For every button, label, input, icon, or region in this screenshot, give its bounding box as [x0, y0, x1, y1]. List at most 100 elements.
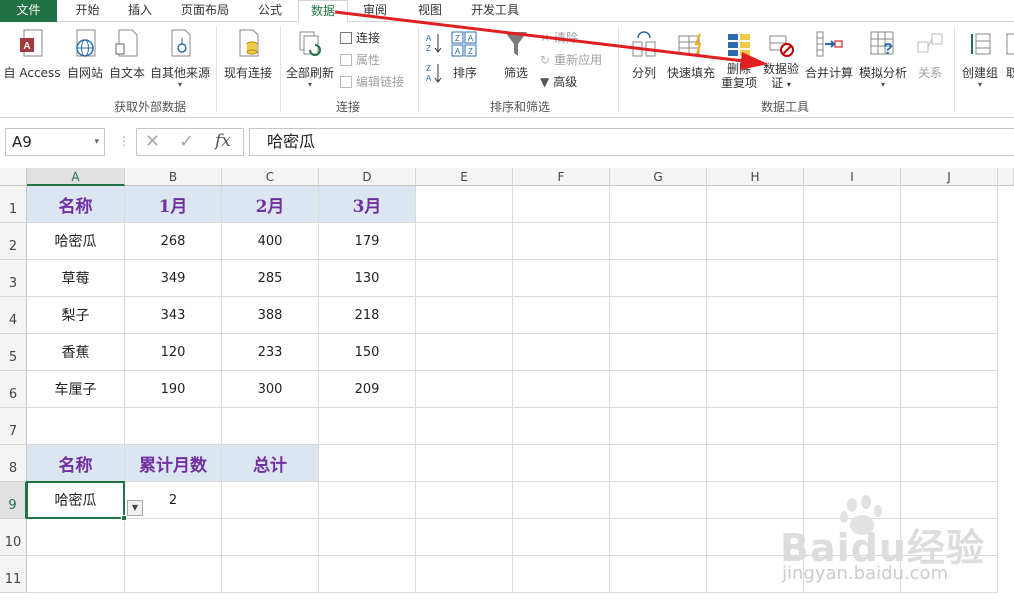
column-header-f[interactable]: F — [513, 168, 610, 186]
cell-c8[interactable]: 总计 — [222, 445, 319, 482]
cell-f7[interactable] — [513, 408, 610, 445]
cell-g1[interactable] — [610, 186, 707, 223]
cell-d9[interactable] — [319, 482, 416, 519]
cell-e6[interactable] — [416, 371, 513, 408]
row-header-9[interactable]: 9 — [0, 482, 27, 519]
dropdown-list-button[interactable]: ▼ — [127, 500, 143, 516]
cell-e3[interactable] — [416, 260, 513, 297]
cell-d7[interactable] — [319, 408, 416, 445]
cancel-icon[interactable]: ✕ — [145, 131, 160, 152]
cell-a3[interactable]: 草莓 — [27, 260, 125, 297]
cell-j5[interactable] — [901, 334, 998, 371]
chevron-down-icon[interactable]: ▾ — [94, 129, 99, 155]
cell-c6[interactable]: 300 — [222, 371, 319, 408]
cell-g3[interactable] — [610, 260, 707, 297]
cell-c5[interactable]: 233 — [222, 334, 319, 371]
confirm-icon[interactable]: ✓ — [179, 131, 194, 152]
cell-e4[interactable] — [416, 297, 513, 334]
cell-d10[interactable] — [319, 519, 416, 556]
cell-h10[interactable] — [707, 519, 804, 556]
cell-c2[interactable]: 400 — [222, 223, 319, 260]
column-header-b[interactable]: B — [125, 168, 222, 186]
cell-f9[interactable] — [513, 482, 610, 519]
cell-i4[interactable] — [804, 297, 901, 334]
cell-g9[interactable] — [610, 482, 707, 519]
cell-g7[interactable] — [610, 408, 707, 445]
cell-e7[interactable] — [416, 408, 513, 445]
cell-c11[interactable] — [222, 556, 319, 593]
cell-e1[interactable] — [416, 186, 513, 223]
cell-i3[interactable] — [804, 260, 901, 297]
cell-c4[interactable]: 388 — [222, 297, 319, 334]
column-header-j[interactable]: J — [901, 168, 998, 186]
cell-g8[interactable] — [610, 445, 707, 482]
cell-i8[interactable] — [804, 445, 901, 482]
cell-f5[interactable] — [513, 334, 610, 371]
cell-f6[interactable] — [513, 371, 610, 408]
row-header-2[interactable]: 2 — [0, 223, 27, 260]
column-header-c[interactable]: C — [222, 168, 319, 186]
cell-h1[interactable] — [707, 186, 804, 223]
cell-i9[interactable] — [804, 482, 901, 519]
cell-f2[interactable] — [513, 223, 610, 260]
cell-h11[interactable] — [707, 556, 804, 593]
cell-c10[interactable] — [222, 519, 319, 556]
cell-e5[interactable] — [416, 334, 513, 371]
cell-d8[interactable] — [319, 445, 416, 482]
cell-a7[interactable] — [27, 408, 125, 445]
column-header-k[interactable] — [998, 168, 1014, 186]
cell-a8[interactable]: 名称 — [27, 445, 125, 482]
row-header-10[interactable]: 10 — [0, 519, 27, 556]
cell-b10[interactable] — [125, 519, 222, 556]
cell-j7[interactable] — [901, 408, 998, 445]
cell-d11[interactable] — [319, 556, 416, 593]
cell-b4[interactable]: 343 — [125, 297, 222, 334]
cell-e2[interactable] — [416, 223, 513, 260]
cell-g11[interactable] — [610, 556, 707, 593]
cell-f4[interactable] — [513, 297, 610, 334]
cell-c7[interactable] — [222, 408, 319, 445]
row-header-6[interactable]: 6 — [0, 371, 27, 408]
cell-i7[interactable] — [804, 408, 901, 445]
cell-f3[interactable] — [513, 260, 610, 297]
cell-h3[interactable] — [707, 260, 804, 297]
cell-h7[interactable] — [707, 408, 804, 445]
cell-a4[interactable]: 梨子 — [27, 297, 125, 334]
row-header-3[interactable]: 3 — [0, 260, 27, 297]
row-header-4[interactable]: 4 — [0, 297, 27, 334]
cell-j4[interactable] — [901, 297, 998, 334]
cell-g10[interactable] — [610, 519, 707, 556]
cell-f11[interactable] — [513, 556, 610, 593]
column-header-h[interactable]: H — [707, 168, 804, 186]
cell-g6[interactable] — [610, 371, 707, 408]
cell-f10[interactable] — [513, 519, 610, 556]
cell-d3[interactable]: 130 — [319, 260, 416, 297]
cell-i10[interactable] — [804, 519, 901, 556]
cell-b2[interactable]: 268 — [125, 223, 222, 260]
row-header-8[interactable]: 8 — [0, 445, 27, 482]
cell-j6[interactable] — [901, 371, 998, 408]
cell-d6[interactable]: 209 — [319, 371, 416, 408]
column-header-g[interactable]: G — [610, 168, 707, 186]
cell-e10[interactable] — [416, 519, 513, 556]
cell-a9[interactable]: 哈密瓜 — [27, 482, 125, 519]
cell-e9[interactable] — [416, 482, 513, 519]
row-header-7[interactable]: 7 — [0, 408, 27, 445]
cell-j11[interactable] — [901, 556, 998, 593]
cell-j8[interactable] — [901, 445, 998, 482]
name-box[interactable]: A9 ▾ — [5, 128, 105, 156]
cell-h4[interactable] — [707, 297, 804, 334]
cell-b1[interactable]: 1月 — [125, 186, 222, 223]
cell-j3[interactable] — [901, 260, 998, 297]
cell-h5[interactable] — [707, 334, 804, 371]
cell-b3[interactable]: 349 — [125, 260, 222, 297]
column-header-d[interactable]: D — [319, 168, 416, 186]
cell-h2[interactable] — [707, 223, 804, 260]
cell-b5[interactable]: 120 — [125, 334, 222, 371]
row-header-1[interactable]: 1 — [0, 186, 27, 223]
cell-b7[interactable] — [125, 408, 222, 445]
cell-g4[interactable] — [610, 297, 707, 334]
column-header-e[interactable]: E — [416, 168, 513, 186]
cell-f8[interactable] — [513, 445, 610, 482]
cell-h8[interactable] — [707, 445, 804, 482]
